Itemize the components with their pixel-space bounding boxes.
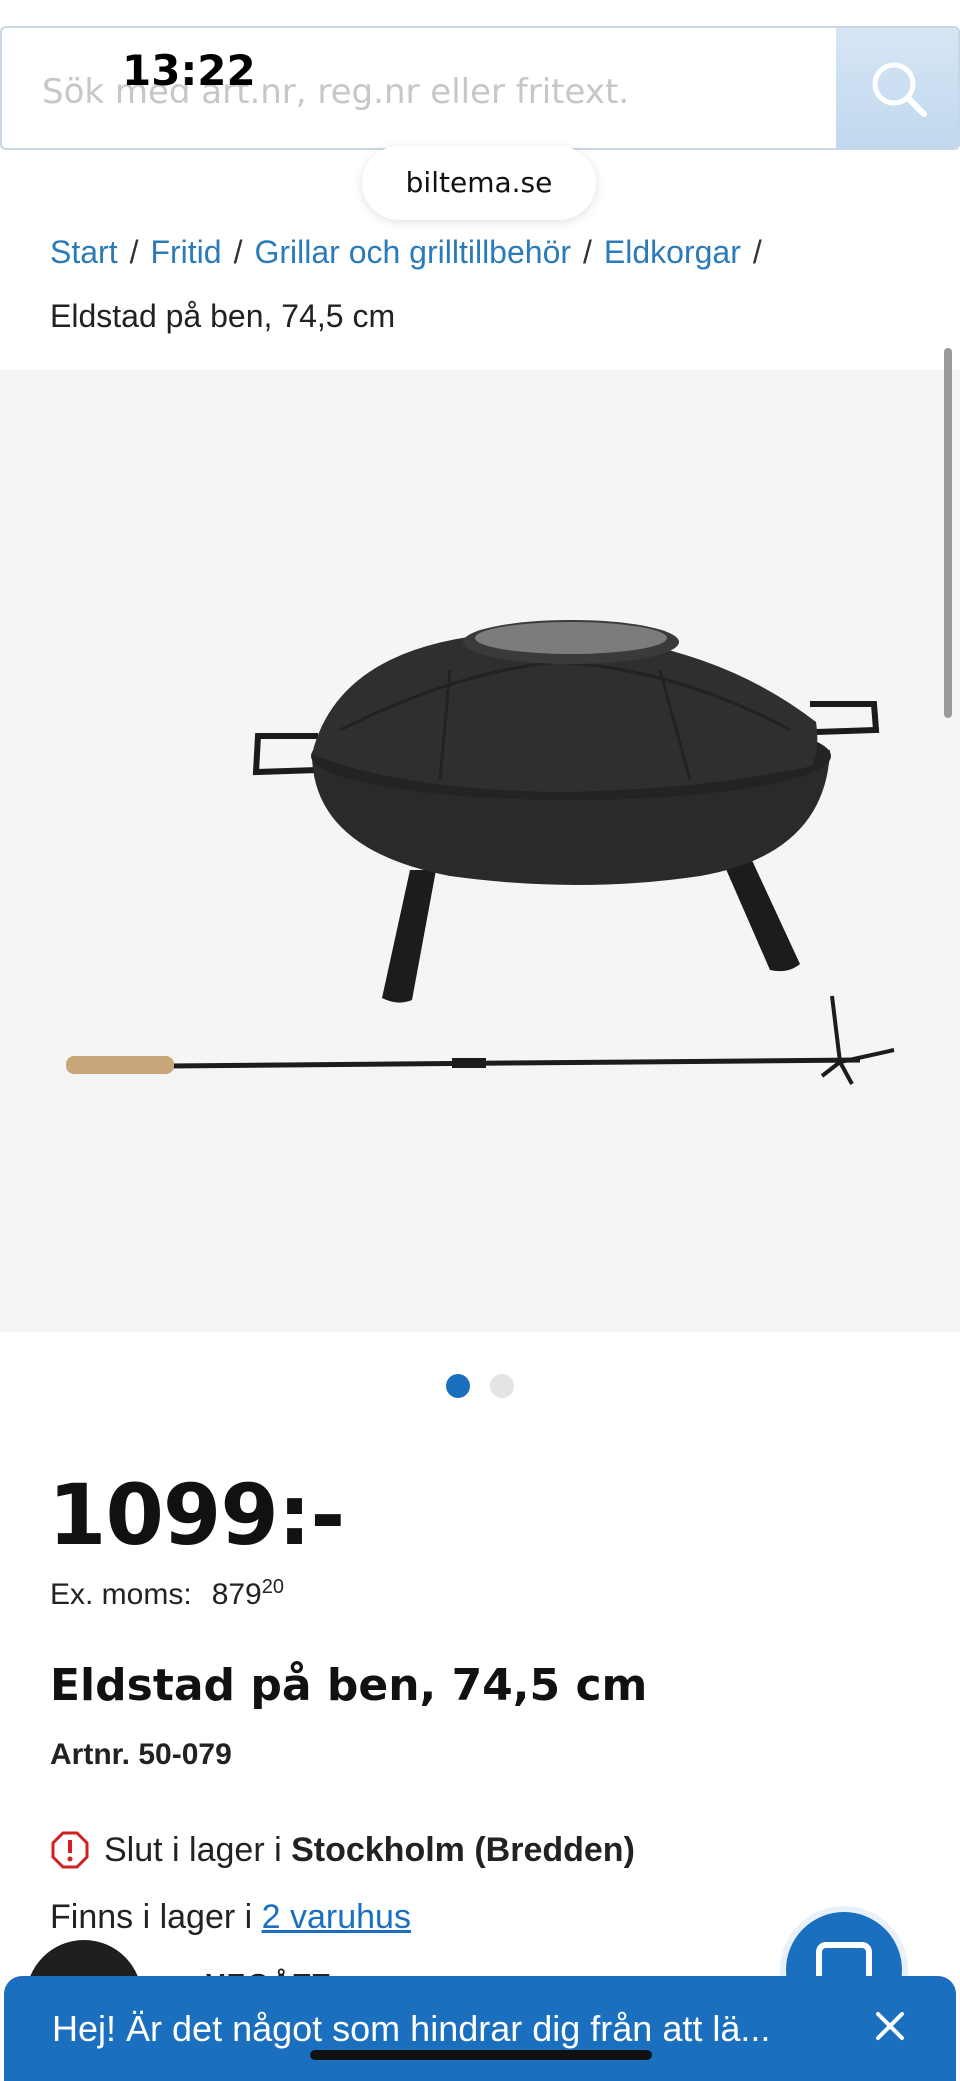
breadcrumb-separator: / <box>129 234 139 270</box>
stock-status-in: Finns i lager i 2 varuhus <box>50 1898 411 1937</box>
breadcrumb-separator: / <box>233 234 243 270</box>
product-image <box>66 620 895 1085</box>
breadcrumb-fritid[interactable]: Fritid <box>150 234 221 270</box>
status-time-overlay: 13:22 <box>122 46 256 95</box>
close-icon[interactable] <box>862 1998 918 2054</box>
carousel-dot-2[interactable] <box>490 1374 514 1398</box>
breadcrumb: Start / Fritid / Grillar och grilltillbehör /… <box>50 220 930 348</box>
breadcrumb-current: Eldstad på ben, 74,5 cm <box>50 298 396 334</box>
breadcrumb-eldkorgar[interactable]: Eldkorgar <box>604 234 741 270</box>
carousel-pagination <box>446 1374 514 1398</box>
ex-vat-price: Ex. moms: 87920 <box>50 1576 284 1612</box>
carousel-dot-1[interactable] <box>446 1374 470 1398</box>
stock-status-out: Slut i lager i Stockholm (Bredden) <box>50 1830 635 1870</box>
ex-vat-label: Ex. moms: <box>50 1578 192 1611</box>
stores-link[interactable]: 2 varuhus <box>262 1898 411 1936</box>
stock-out-prefix: Slut i lager i <box>104 1830 292 1869</box>
stock-in-prefix: Finns i lager i <box>50 1898 262 1936</box>
article-number: Artnr. 50-079 <box>50 1738 232 1771</box>
page-scrollbar[interactable] <box>944 348 952 718</box>
stock-out-store[interactable]: Stockholm (Bredden) <box>291 1831 635 1869</box>
ex-vat-value: 879 <box>211 1578 262 1611</box>
alert-icon <box>51 1831 89 1869</box>
breadcrumb-grillar[interactable]: Grillar och grilltillbehör <box>254 234 571 270</box>
product-title: Eldstad på ben, 74,5 cm <box>50 1660 648 1711</box>
product-price: 1099:- <box>48 1466 345 1564</box>
browser-url-pill[interactable]: biltema.se <box>362 146 596 220</box>
breadcrumb-start[interactable]: Start <box>50 234 118 270</box>
product-image-carousel[interactable] <box>0 370 960 1332</box>
chat-banner[interactable]: Hej! Är det något som hindrar dig från a… <box>4 1976 956 2081</box>
search-button[interactable] <box>836 28 958 148</box>
home-indicator <box>310 2050 652 2060</box>
breadcrumb-separator: / <box>583 234 592 270</box>
search-icon <box>872 62 927 117</box>
chat-banner-text[interactable]: Hej! Är det något som hindrar dig från a… <box>52 2008 770 2050</box>
ex-vat-decimals: 20 <box>261 1576 284 1598</box>
breadcrumb-separator: / <box>752 234 762 270</box>
